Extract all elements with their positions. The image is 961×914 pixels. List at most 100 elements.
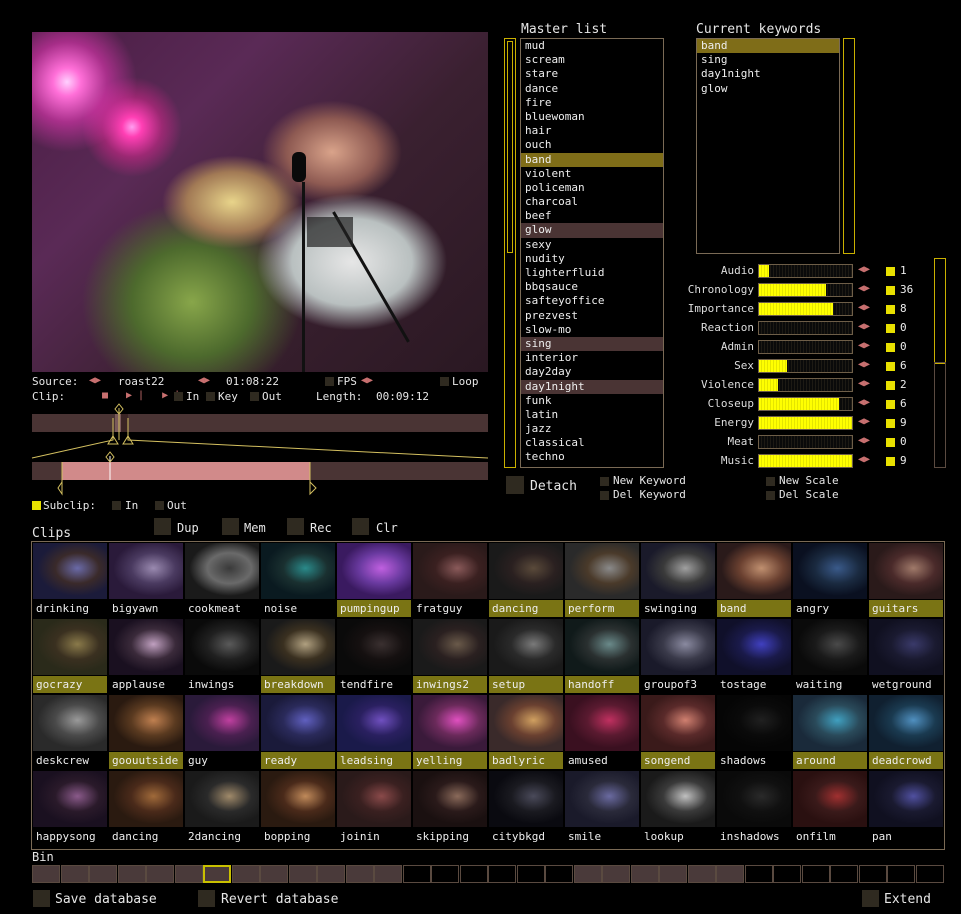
scale-arrows[interactable]: ◀▶: [858, 321, 870, 332]
master-list-item[interactable]: charcoal: [521, 195, 663, 209]
bin-slot[interactable]: [915, 865, 944, 883]
clip-thumbnail[interactable]: dancing: [488, 542, 563, 617]
master-list-item[interactable]: jazz: [521, 422, 663, 436]
bin-slot[interactable]: [174, 865, 203, 883]
master-list-item[interactable]: slow-mo: [521, 323, 663, 337]
scale-slider[interactable]: [758, 340, 853, 354]
master-list-item[interactable]: beef: [521, 209, 663, 223]
clip-thumbnail[interactable]: tostage: [716, 618, 791, 693]
detach-button[interactable]: Detach: [530, 479, 577, 494]
scale-slider[interactable]: [758, 302, 853, 316]
bin-slot[interactable]: [203, 865, 231, 883]
scale-arrows[interactable]: ◀▶: [858, 340, 870, 351]
fps-arrows[interactable]: ◀▶: [361, 375, 373, 386]
bin-slot[interactable]: [687, 865, 716, 883]
keyword-item[interactable]: band: [697, 39, 839, 54]
bin-slot[interactable]: [744, 865, 773, 883]
clip-thumbnail[interactable]: gocrazy: [32, 618, 107, 693]
revert-database-button[interactable]: Revert database: [221, 892, 338, 907]
new-scale-button[interactable]: New Scale: [779, 474, 839, 487]
clip-thumbnail[interactable]: inshadows: [716, 770, 791, 845]
clip-thumbnail[interactable]: applause: [108, 618, 183, 693]
clip-thumbnail[interactable]: angry: [792, 542, 867, 617]
master-list-item[interactable]: fire: [521, 96, 663, 110]
master-list-item[interactable]: sexy: [521, 238, 663, 252]
bin-slot[interactable]: [887, 865, 915, 883]
clip-thumbnail[interactable]: inwings: [184, 618, 259, 693]
new-scale-square[interactable]: [766, 477, 775, 486]
bin-slot[interactable]: [288, 865, 317, 883]
clip-thumbnail[interactable]: deadcrowd: [868, 694, 943, 769]
bin-slot[interactable]: [830, 865, 858, 883]
master-list-item[interactable]: mud: [521, 39, 663, 53]
new-keyword-button[interactable]: New Keyword: [613, 474, 686, 487]
bin-slot[interactable]: [89, 865, 117, 883]
extend-button[interactable]: Extend: [884, 892, 931, 907]
scale-row-music[interactable]: Music ◀▶ 9: [660, 452, 910, 471]
bin-slot[interactable]: [630, 865, 659, 883]
bin-slot[interactable]: [716, 865, 744, 883]
master-list-item[interactable]: dance: [521, 82, 663, 96]
master-list-scrollbar[interactable]: [504, 38, 516, 468]
fps-toggle[interactable]: [325, 377, 334, 386]
clip-thumbnail[interactable]: joinin: [336, 770, 411, 845]
del-scale-square[interactable]: [766, 491, 775, 500]
bin-slot[interactable]: [117, 865, 146, 883]
scale-row-reaction[interactable]: Reaction ◀▶ 0: [660, 319, 910, 338]
master-list-item[interactable]: day2day: [521, 365, 663, 379]
bin-slot[interactable]: [260, 865, 288, 883]
del-scale-button[interactable]: Del Scale: [779, 488, 839, 501]
scale-slider[interactable]: [758, 435, 853, 449]
clip-thumbnail[interactable]: deskcrew: [32, 694, 107, 769]
clip-thumbnail[interactable]: amused: [564, 694, 639, 769]
scale-slider[interactable]: [758, 397, 853, 411]
clip-thumbnail[interactable]: groupof3: [640, 618, 715, 693]
dup-square[interactable]: [154, 518, 171, 535]
clip-thumbnail[interactable]: waiting: [792, 618, 867, 693]
bin-slot[interactable]: [858, 865, 887, 883]
scale-row-energy[interactable]: Energy ◀▶ 9: [660, 414, 910, 433]
scale-arrows[interactable]: ◀▶: [858, 302, 870, 313]
clip-thumbnail[interactable]: songend: [640, 694, 715, 769]
master-list-item[interactable]: scream: [521, 53, 663, 67]
current-keywords-list[interactable]: band sing day1night glow: [696, 38, 840, 254]
bin-slot[interactable]: [488, 865, 516, 883]
video-viewer[interactable]: [32, 32, 488, 372]
scale-row-audio[interactable]: Audio ◀▶ 1: [660, 262, 910, 281]
scale-arrows[interactable]: ◀▶: [858, 397, 870, 408]
clip-thumbnail[interactable]: cookmeat: [184, 542, 259, 617]
clip-thumbnail[interactable]: dancing: [108, 770, 183, 845]
bin-slot[interactable]: [402, 865, 431, 883]
clip-thumbnail[interactable]: breakdown: [260, 618, 335, 693]
master-list-item[interactable]: day1night: [521, 379, 663, 394]
keyword-item[interactable]: sing: [697, 53, 839, 67]
timeline-editor[interactable]: [28, 400, 493, 515]
keyword-item[interactable]: day1night: [697, 67, 839, 81]
master-list-item[interactable]: funk: [521, 394, 663, 408]
scale-row-sex[interactable]: Sex ◀▶ 6: [660, 357, 910, 376]
clip-thumbnail[interactable]: bopping: [260, 770, 335, 845]
clr-square[interactable]: [352, 518, 369, 535]
clip-thumbnail[interactable]: swinging: [640, 542, 715, 617]
del-keyword-square[interactable]: [600, 491, 609, 500]
scale-arrows[interactable]: ◀▶: [858, 359, 870, 370]
clip-thumbnail[interactable]: drinking: [32, 542, 107, 617]
clip-thumbnail[interactable]: lookup: [640, 770, 715, 845]
clip-thumbnail[interactable]: tendfire: [336, 618, 411, 693]
bin-slot[interactable]: [317, 865, 345, 883]
clip-thumbnail[interactable]: 2dancing: [184, 770, 259, 845]
scale-arrows[interactable]: ◀▶: [858, 454, 870, 465]
scale-arrows[interactable]: ◀▶: [858, 378, 870, 389]
dup-button[interactable]: Dup: [177, 521, 199, 535]
del-keyword-button[interactable]: Del Keyword: [613, 488, 686, 501]
clip-thumbnail[interactable]: inwings2: [412, 618, 487, 693]
scale-slider[interactable]: [758, 264, 853, 278]
loop-toggle[interactable]: [440, 377, 449, 386]
mem-button[interactable]: Mem: [244, 521, 266, 535]
scale-arrows[interactable]: ◀▶: [858, 416, 870, 427]
scale-row-importance[interactable]: Importance ◀▶ 8: [660, 300, 910, 319]
clip-thumbnail[interactable]: shadows: [716, 694, 791, 769]
keywords-scrollbar[interactable]: [843, 38, 855, 254]
clip-thumbnail[interactable]: guy: [184, 694, 259, 769]
bin-slot[interactable]: [602, 865, 630, 883]
